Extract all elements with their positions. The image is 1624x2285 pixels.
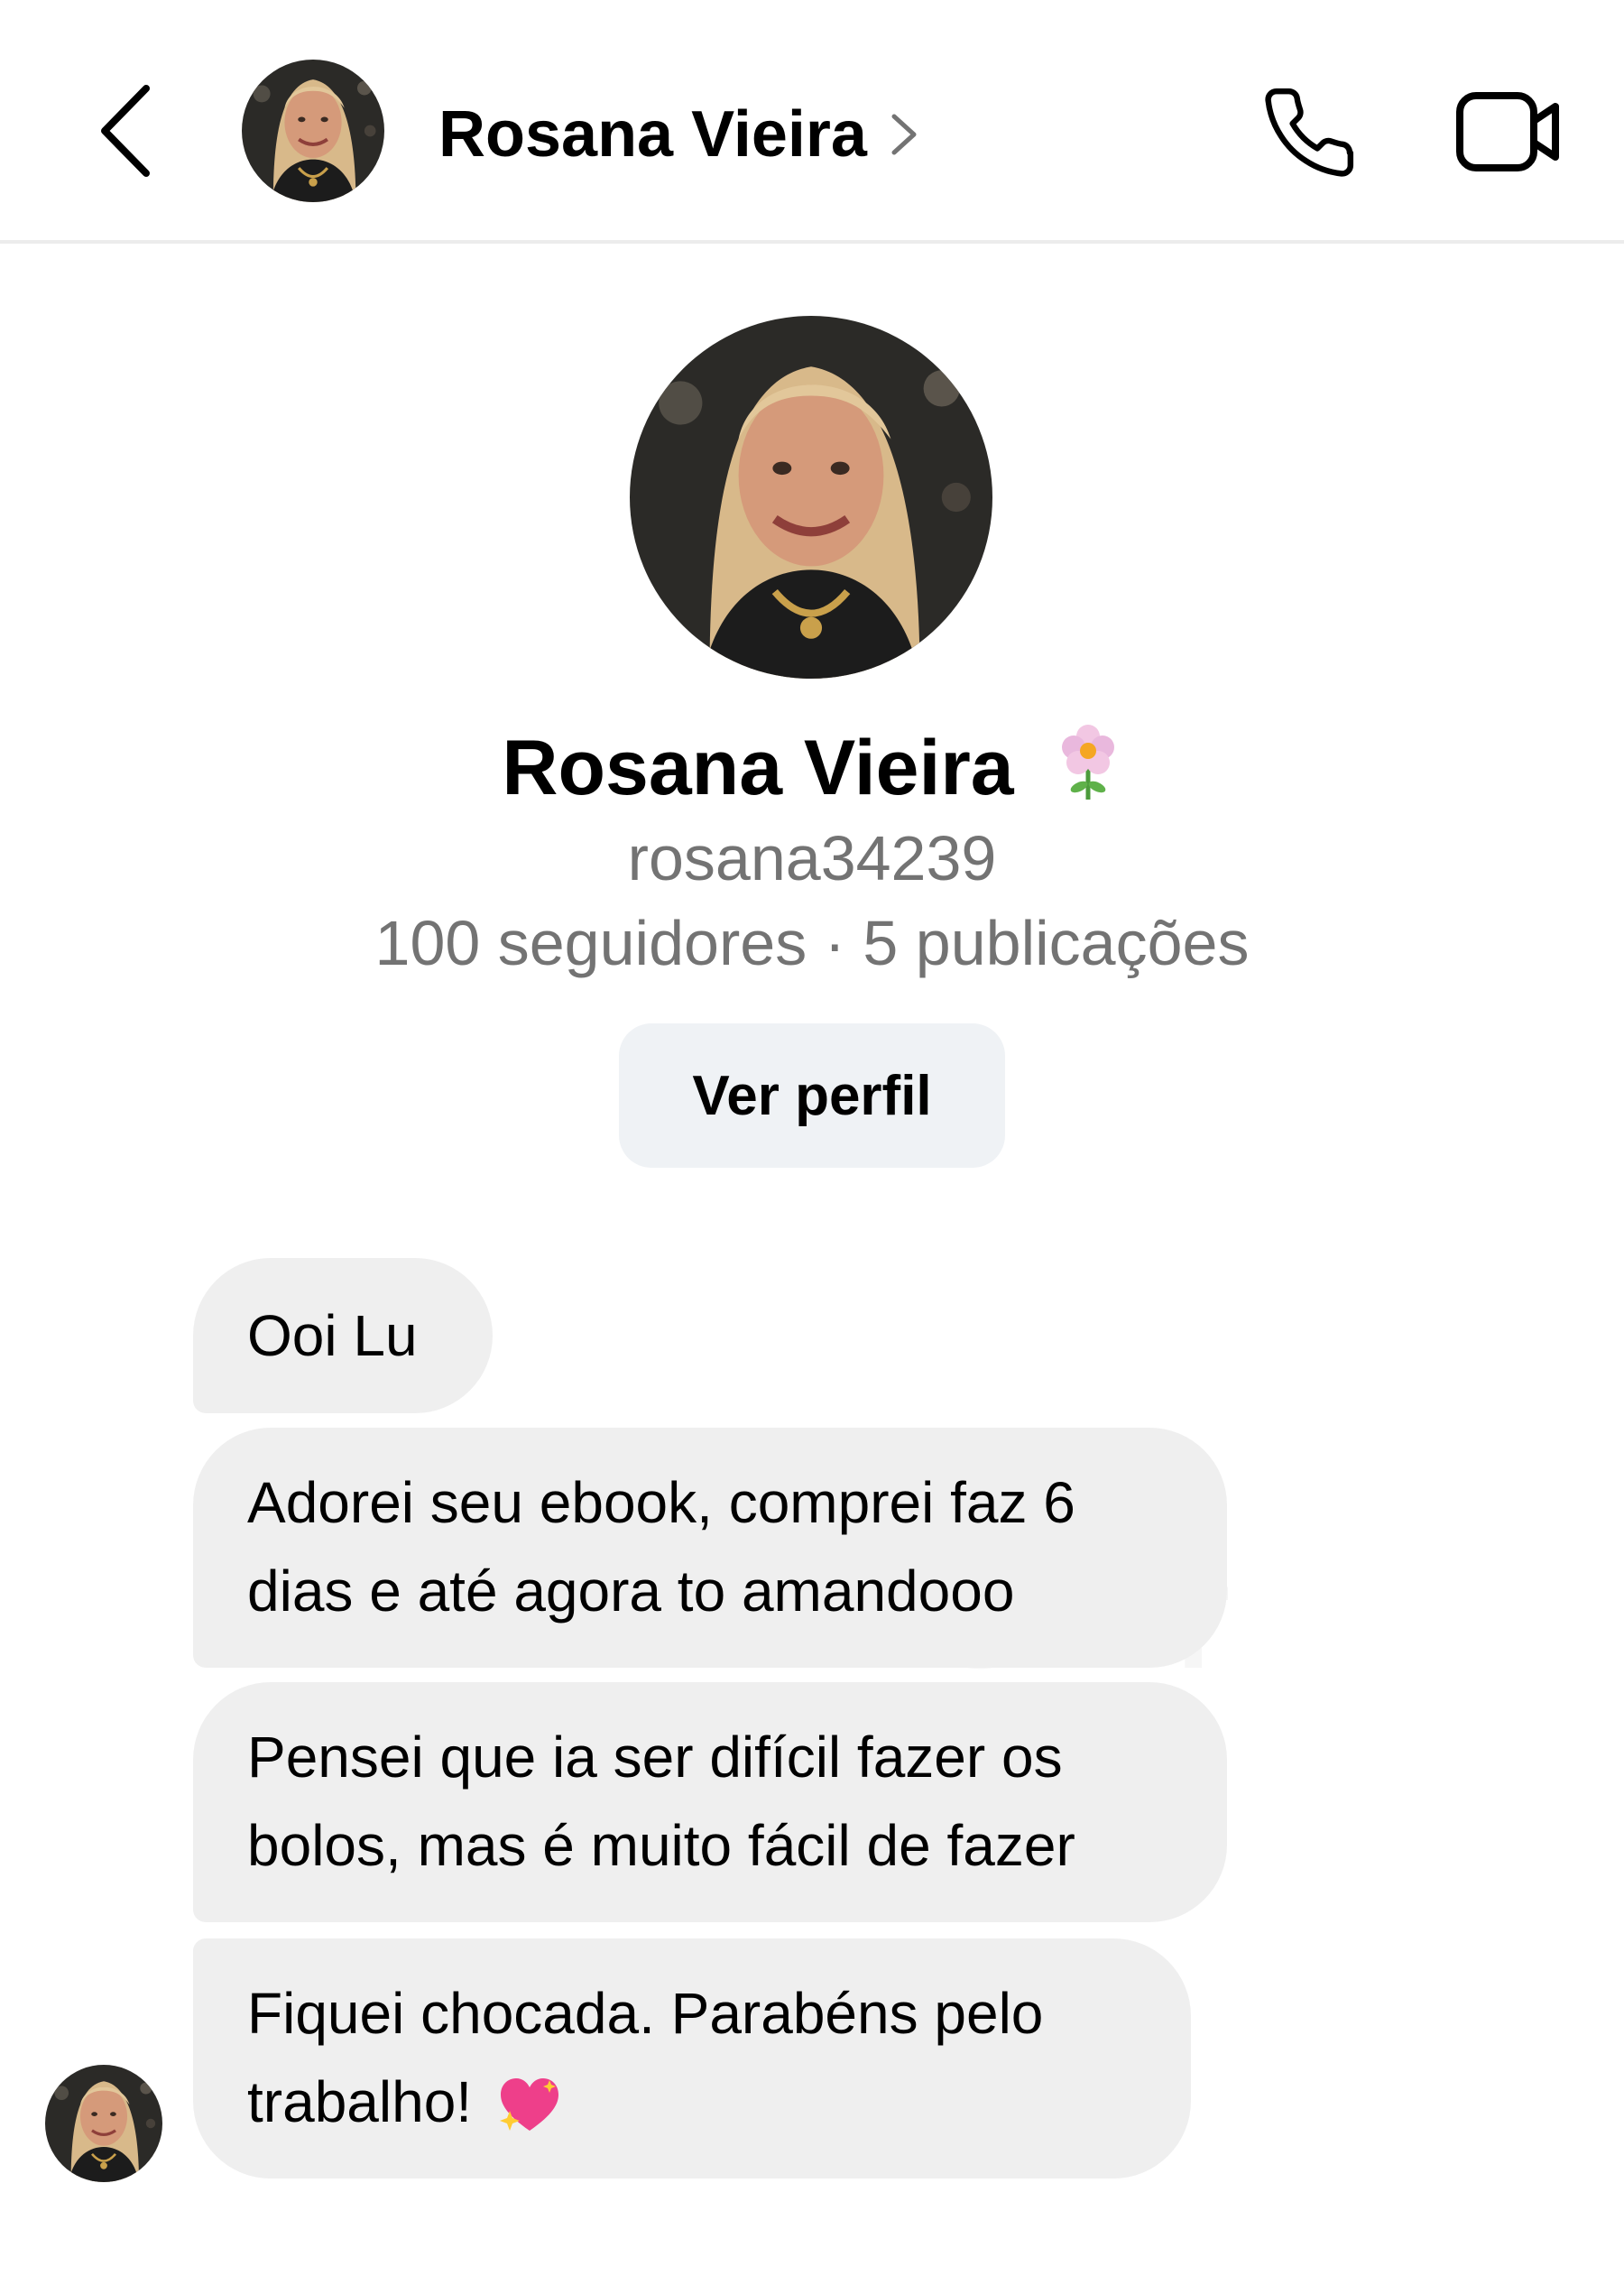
- video-camera-icon: [1456, 92, 1559, 171]
- chevron-right-icon: [891, 114, 917, 155]
- profile-avatar[interactable]: [630, 316, 992, 679]
- contact-name: Rosana Vieira: [438, 98, 867, 171]
- message-line: Adorei seu ebook, comprei faz 6: [247, 1470, 1075, 1535]
- message-line: Pensei que ia ser difícil fazer os: [247, 1725, 1063, 1790]
- back-button[interactable]: [90, 81, 162, 180]
- avatar-image: [45, 2065, 162, 2182]
- profile-username: rosana34239: [627, 823, 997, 893]
- profile-photo: [630, 316, 992, 679]
- phone-icon: [1265, 88, 1354, 177]
- message-bubble[interactable]: Adorei seu ebook, comprei faz 6 dias e a…: [193, 1428, 1227, 1668]
- header-avatar[interactable]: [242, 60, 384, 202]
- profile-stats: 100 seguidores · 5 publicações: [374, 908, 1250, 978]
- contact-name-link[interactable]: Rosana Vieira: [438, 94, 919, 175]
- flower-emoji: [1061, 725, 1114, 800]
- profile-name-text: Rosana Vieira: [502, 725, 1014, 811]
- view-profile-button[interactable]: Ver perfil: [619, 1023, 1005, 1168]
- message-line: Ooi Lu: [247, 1303, 418, 1368]
- message-bubble[interactable]: Pensei que ia ser difícil fazer os bolos…: [193, 1682, 1227, 1922]
- video-call-button[interactable]: [1454, 87, 1563, 177]
- message-line: bolos, mas é muito fácil de fazer: [247, 1813, 1075, 1878]
- chevron-left-icon: [101, 85, 150, 177]
- message-line-with-emoji: trabalho!: [247, 2058, 1137, 2146]
- sender-avatar[interactable]: [45, 2065, 162, 2182]
- profile-name: Rosana Vieira: [0, 718, 1624, 818]
- message-line: trabalho!: [247, 2069, 473, 2134]
- message-bubble[interactable]: Ooi Lu: [193, 1258, 493, 1413]
- message-bubble[interactable]: Fiquei chocada. Parabéns pelo trabalho!: [193, 1938, 1191, 2179]
- audio-call-button[interactable]: [1260, 83, 1359, 182]
- sparkling-heart-emoji: [500, 2078, 559, 2131]
- message-line: Fiquei chocada. Parabéns pelo: [247, 1981, 1044, 2046]
- avatar-image: [242, 60, 384, 202]
- message-line: dias e até agora to amandooo: [247, 1559, 1015, 1624]
- chat-header: Rosana Vieira: [0, 0, 1624, 244]
